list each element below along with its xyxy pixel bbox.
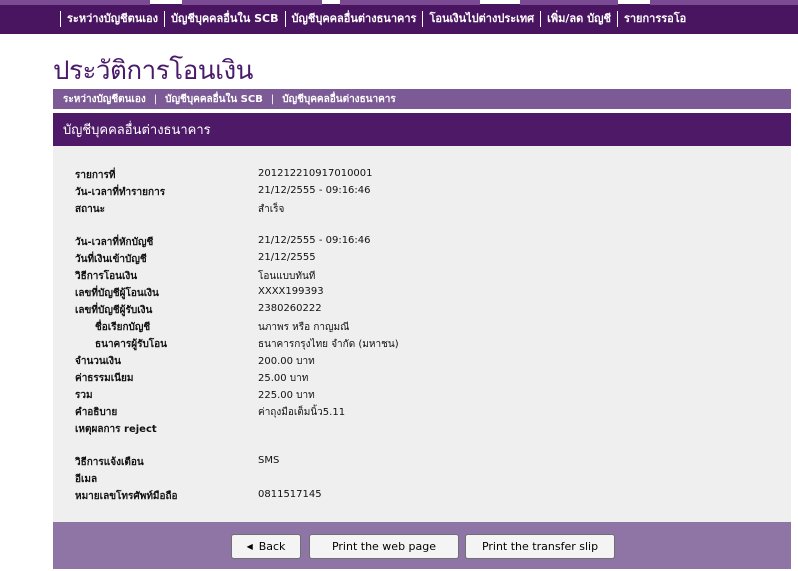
detail-row-status: สถานะ สำเร็จ (75, 202, 775, 219)
detail-label: รายการที่ (75, 170, 116, 181)
detail-value: 201212210917010001 (258, 168, 373, 179)
top-nav-item-add-remove-accounts[interactable]: เพิ่ม/ลด บัญชี (540, 11, 617, 27)
detail-label: จำนวนเงิน (75, 356, 121, 367)
detail-label: ธนาคารผู้รับโอน (95, 339, 168, 350)
detail-value: 2380260222 (258, 303, 322, 314)
detail-label: วัน-เวลาที่หักบัญชี (75, 237, 154, 248)
detail-row-credit-date: วันที่เงินเข้าบัญชี 21/12/2555 (75, 252, 775, 269)
detail-label: เลขที่บัญชีผู้รับเงิน (75, 305, 153, 316)
sub-nav-item-own-accounts[interactable]: ระหว่างบัญชีตนเอง (63, 92, 146, 107)
detail-label: วิธีการโอนเงิน (75, 271, 138, 282)
detail-label: วันที่เงินเข้าบัญชี (75, 254, 147, 265)
detail-value: 225.00 บาท (258, 390, 315, 401)
top-nav-item-other-bank-accounts[interactable]: บัญชีบุคคลอื่นต่างธนาคาร (284, 11, 423, 27)
detail-value: 25.00 บาท (258, 373, 309, 384)
detail-row-recipient-bank: ธนาคารผู้รับโอน ธนาคารกรุงไทย จำกัด (มหา… (75, 337, 775, 354)
detail-label: หมายเลขโทรศัพท์มือถือ (75, 491, 178, 502)
detail-row-fee: ค่าธรรมเนียม 25.00 บาท (75, 371, 775, 388)
detail-label: เลขที่บัญชีผู้โอนเงิน (75, 288, 159, 299)
detail-row-transaction-datetime: วัน-เวลาที่ทำรายการ 21/12/2555 - 09:16:4… (75, 185, 775, 202)
sub-nav-separator: | (270, 93, 275, 105)
detail-row-email: อีเมล (75, 472, 775, 489)
detail-row-account-nickname: ชื่อเรียกบัญชี นภาพร หรือ กาญมณี (75, 320, 775, 337)
detail-row-total: รวม 225.00 บาท (75, 388, 775, 405)
top-nav-item-scb-other-accounts[interactable]: บัญชีบุคคลอื่นใน SCB (164, 11, 285, 27)
arrow-left-icon: ◀ (246, 542, 253, 551)
detail-value: 200.00 บาท (258, 356, 315, 367)
detail-row-notification-method: วิธีการแจ้งเตือน SMS (75, 455, 775, 472)
detail-value: 0811517145 (258, 489, 322, 500)
top-nav-item-own-accounts[interactable]: ระหว่างบัญชีตนเอง (60, 11, 164, 27)
top-nav-item-international-transfer[interactable]: โอนเงินไปต่างประเทศ (422, 11, 540, 27)
detail-row-sender-account: เลขที่บัญชีผู้โอนเงิน XXXX199393 (75, 286, 775, 303)
sub-nav-item-scb-other-accounts[interactable]: บัญชีบุคคลอื่นใน SCB (165, 92, 263, 107)
page-title: ประวัติการโอนเงิน (53, 56, 253, 86)
detail-label: ชื่อเรียกบัญชี (95, 322, 151, 333)
back-button[interactable]: ◀ Back (231, 534, 301, 559)
detail-value: 21/12/2555 - 09:16:46 (258, 185, 371, 196)
sub-nav-item-other-bank-accounts[interactable]: บัญชีบุคคลอื่นต่างธนาคาร (282, 92, 396, 107)
sub-navigation-bar: ระหว่างบัญชีตนเอง | บัญชีบุคคลอื่นใน SCB… (53, 89, 791, 109)
detail-value: ค่าถุงมือเต็มนิ้ว5.11 (258, 407, 346, 418)
print-transfer-slip-button[interactable]: Print the transfer slip (465, 534, 615, 559)
detail-value: SMS (258, 455, 280, 466)
back-button-label: Back (258, 540, 286, 553)
detail-value: ธนาคารกรุงไทย จำกัด (มหาชน) (258, 339, 399, 350)
detail-label: สถานะ (75, 204, 105, 215)
detail-label: รวม (75, 390, 93, 401)
detail-label: เหตุผลการ reject (75, 424, 157, 435)
detail-row-description: คำอธิบาย ค่าถุงมือเต็มนิ้ว5.11 (75, 405, 775, 422)
action-button-bar: ◀ Back Print the web page Print the tran… (53, 522, 791, 569)
transfer-details-panel: รายการที่ 201212210917010001 วัน-เวลาที่… (53, 146, 791, 522)
sub-nav-separator: | (153, 93, 158, 105)
detail-row-mobile-number: หมายเลขโทรศัพท์มือถือ 0811517145 (75, 489, 775, 506)
detail-value: 21/12/2555 (258, 252, 316, 263)
top-nav-item-pending-transfers[interactable]: รายการรอโอ (616, 11, 692, 27)
detail-value: สำเร็จ (258, 204, 285, 215)
detail-row-transaction-number: รายการที่ 201212210917010001 (75, 168, 775, 185)
top-navigation-bar: ระหว่างบัญชีตนเอง บัญชีบุคคลอื่นใน SCB บ… (0, 0, 798, 34)
detail-row-recipient-account: เลขที่บัญชีผู้รับเงิน 2380260222 (75, 303, 775, 320)
detail-value: XXXX199393 (258, 286, 324, 297)
detail-row-amount: จำนวนเงิน 200.00 บาท (75, 354, 775, 371)
detail-label: คำอธิบาย (75, 407, 118, 418)
detail-label: อีเมล (75, 474, 98, 485)
print-web-page-button[interactable]: Print the web page (309, 534, 459, 559)
detail-value: นภาพร หรือ กาญมณี (258, 322, 350, 333)
detail-label: วิธีการแจ้งเตือน (75, 457, 144, 468)
detail-row-reject-reason: เหตุผลการ reject (75, 422, 775, 439)
detail-label: วัน-เวลาที่ทำรายการ (75, 187, 166, 198)
section-header-title: บัญชีบุคคลอื่นต่างธนาคาร (63, 123, 211, 138)
detail-label: ค่าธรรมเนียม (75, 373, 134, 384)
detail-value: โอนแบบทันที (258, 271, 316, 282)
detail-row-debit-datetime: วัน-เวลาที่หักบัญชี 21/12/2555 - 09:16:4… (75, 235, 775, 252)
detail-value: 21/12/2555 - 09:16:46 (258, 235, 371, 246)
detail-row-transfer-method: วิธีการโอนเงิน โอนแบบทันที (75, 269, 775, 286)
section-header: บัญชีบุคคลอื่นต่างธนาคาร (53, 113, 791, 146)
